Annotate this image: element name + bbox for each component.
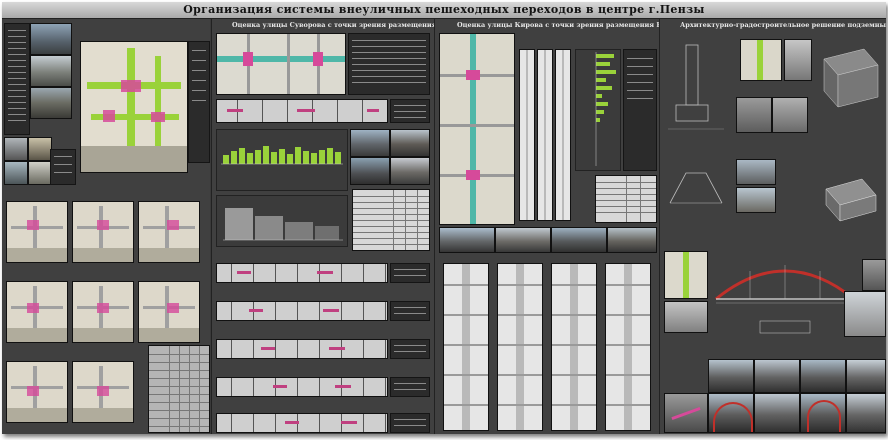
street-photo-5 — [28, 137, 52, 161]
render-4 — [736, 159, 776, 185]
kirova-section-column — [443, 263, 489, 431]
kirova-photo-3 — [551, 227, 607, 253]
panel-architecture-title: Архитектурно-градостроительное решение п… — [680, 21, 886, 29]
street-photo-7 — [28, 161, 52, 185]
underpass-plan-drawing — [666, 39, 726, 149]
title-bar: Организация системы внеуличных пешеходны… — [2, 2, 886, 19]
kirova-evaluation-table — [595, 175, 657, 223]
bridge-photo-2 — [754, 359, 800, 393]
suvorova-photo-1 — [350, 129, 390, 157]
kirova-photo-4 — [607, 227, 657, 253]
kirova-photo-1 — [439, 227, 495, 253]
small-map — [72, 281, 134, 343]
section-notes — [390, 339, 430, 359]
suvorova-photo-4 — [390, 157, 430, 185]
site-map-detail — [740, 39, 782, 81]
bridge-night-render — [664, 393, 708, 433]
bridge-detail-render — [862, 259, 886, 291]
bridge-photo-5 — [708, 393, 754, 433]
small-map — [138, 281, 200, 343]
bridge-photo-6 — [754, 393, 800, 433]
bridge-photo-4 — [846, 359, 886, 393]
street-photo-1 — [30, 23, 72, 55]
section-notes — [390, 413, 430, 433]
panel-kirova-title: Оценка улицы Кирова с точки зрения разме… — [457, 21, 675, 29]
suvorova-section-strip — [216, 263, 388, 283]
section-notes — [390, 263, 430, 283]
bridge-location-map — [664, 251, 708, 299]
suvorova-photo-2 — [390, 129, 430, 157]
kirova-section-column — [551, 263, 597, 431]
bridge-photo-7 — [800, 393, 846, 433]
kirova-section-column — [497, 263, 543, 431]
render-3 — [772, 97, 808, 133]
load-step-chart-svg — [223, 208, 343, 241]
kirova-notes — [623, 49, 657, 171]
kirova-section-column-3 — [555, 49, 571, 221]
intro-text-block — [4, 23, 30, 135]
bridge-axonometry-render — [844, 291, 886, 337]
strip-1-notes — [390, 99, 430, 123]
bridge-render-1 — [664, 301, 708, 333]
entrance-axonometry — [818, 45, 882, 115]
section-notes — [390, 301, 430, 321]
kirova-green-chart-svg — [595, 52, 616, 166]
master-plan-map — [80, 41, 188, 173]
bridge-photo-3 — [800, 359, 846, 393]
pavilion-axonometry-svg — [825, 178, 877, 222]
panel-suvorova: Оценка улицы Суворова с точки зрения раз… — [211, 19, 457, 434]
section-drawing-svg — [669, 172, 723, 204]
suvorova-section-strip — [216, 377, 388, 397]
panel-suvorova-title: Оценка улицы Суворова с точки зрения раз… — [232, 21, 457, 29]
kirova-street-map — [439, 33, 515, 225]
load-step-chart — [216, 195, 348, 247]
pavilion-axonometry — [818, 169, 882, 229]
section-notes — [390, 377, 430, 397]
suvorova-street-map — [216, 33, 346, 95]
kirova-green-chart — [575, 49, 621, 171]
kirova-section-column — [605, 263, 651, 431]
bridge-elevation-svg — [715, 265, 855, 334]
suvorova-section-strip — [216, 339, 388, 359]
legend-block — [50, 149, 76, 185]
street-photo-2 — [30, 55, 72, 87]
suvorova-description — [348, 33, 430, 95]
small-map — [72, 361, 134, 423]
kirova-photo-2 — [495, 227, 551, 253]
traffic-bar-chart-svg — [221, 146, 343, 165]
panel-architecture: Архитектурно-градостроительное решение п… — [659, 19, 886, 434]
traffic-bar-chart — [216, 129, 348, 191]
underpass-plan-svg — [668, 44, 724, 130]
street-photo-6 — [4, 161, 28, 185]
suvorova-photo-3 — [350, 157, 390, 185]
schedule-table — [148, 345, 210, 433]
small-map — [72, 201, 134, 263]
panel-overview — [2, 19, 210, 434]
bridge-photo-1 — [708, 359, 754, 393]
bridge-elevation — [710, 249, 860, 349]
small-map — [6, 201, 68, 263]
poster-title: Организация системы внеуличных пешеходны… — [183, 3, 705, 16]
kirova-section-column-2 — [537, 49, 553, 221]
kirova-section-column-1 — [519, 49, 535, 221]
poster-board: Организация системы внеуличных пешеходны… — [2, 2, 886, 434]
render-2 — [736, 97, 772, 133]
map-legend-column — [188, 41, 210, 163]
section-drawing — [666, 153, 726, 213]
street-photo-4 — [4, 137, 28, 161]
suvorova-section-strip — [216, 413, 388, 433]
small-map — [6, 361, 68, 423]
render-1 — [784, 39, 812, 81]
suvorova-section-strip — [216, 301, 388, 321]
small-map — [138, 201, 200, 263]
small-map — [6, 281, 68, 343]
street-photo-3 — [30, 87, 72, 119]
suvorova-section-strip-1 — [216, 99, 388, 123]
bridge-photo-8 — [846, 393, 886, 433]
entrance-axonometry-svg — [823, 48, 879, 108]
render-5 — [736, 187, 776, 213]
suvorova-evaluation-table — [352, 189, 430, 251]
panel-kirova: Оценка улицы Кирова с точки зрения разме… — [434, 19, 674, 434]
